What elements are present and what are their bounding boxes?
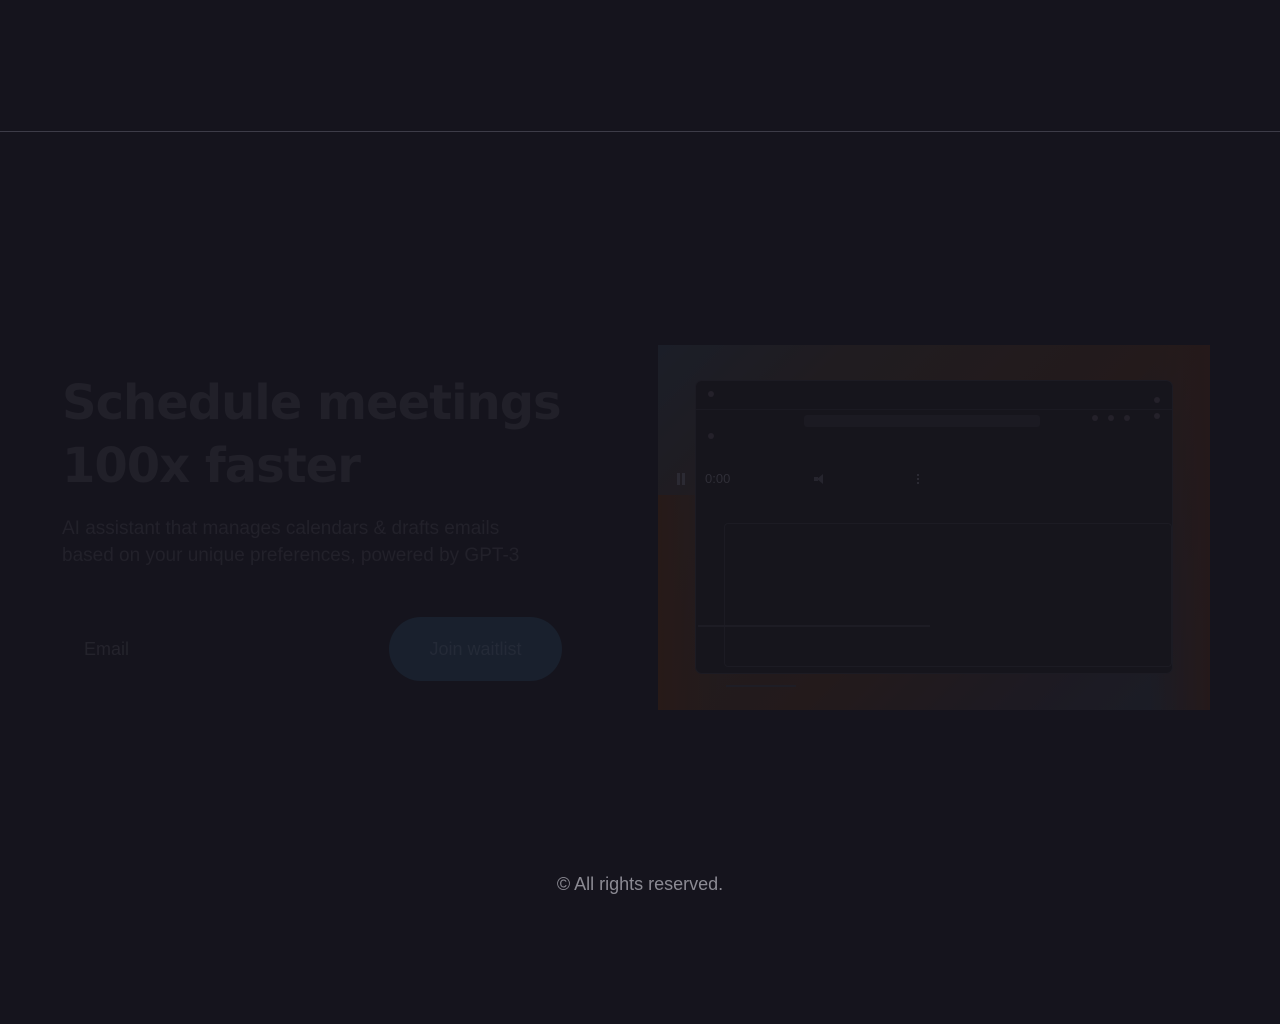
footer-copyright: © All rights reserved. — [556, 874, 724, 894]
app-screenshot-line — [726, 685, 796, 687]
app-screenshot-dot — [708, 391, 714, 397]
site-header — [0, 0, 1280, 132]
product-preview-video[interactable]: 0:00 — [658, 345, 1210, 710]
hero-subtitle-line-2: based on your unique preferences, powere… — [62, 545, 520, 566]
email-input[interactable] — [62, 617, 382, 681]
more-options-icon[interactable] — [916, 473, 920, 485]
hero-title-line-1: Schedule meetings — [62, 375, 562, 431]
video-progress-bar[interactable] — [698, 625, 930, 627]
app-screenshot-searchbar — [804, 415, 1040, 427]
app-screenshot-panel — [724, 523, 1172, 667]
volume-icon[interactable] — [814, 473, 826, 485]
hero-title: Schedule meetings 100x faster — [62, 372, 582, 498]
app-screenshot-dot — [1154, 413, 1160, 419]
hero-subtitle: AI assistant that manages calendars & dr… — [62, 515, 572, 569]
join-waitlist-button[interactable]: Join waitlist — [389, 617, 562, 681]
hero-subtitle-line-1: AI assistant that manages calendars & dr… — [62, 518, 500, 539]
app-screenshot-dot — [1154, 397, 1160, 403]
pause-icon[interactable] — [676, 473, 686, 485]
app-screenshot-dot — [1092, 415, 1098, 421]
hero-title-line-2: 100x faster — [62, 438, 361, 494]
app-screenshot-dot — [708, 433, 714, 439]
video-controls: 0:00 — [668, 465, 938, 627]
video-time: 0:00 — [705, 471, 731, 486]
waitlist-form: Join waitlist — [62, 617, 562, 681]
app-screenshot-dot — [1124, 415, 1130, 421]
app-screenshot-dot — [1108, 415, 1114, 421]
app-screenshot — [696, 381, 1172, 687]
header-divider — [0, 131, 1280, 132]
landing-page: Schedule meetings 100x faster AI assista… — [0, 0, 1280, 1024]
app-screenshot-topbar — [696, 381, 1172, 410]
